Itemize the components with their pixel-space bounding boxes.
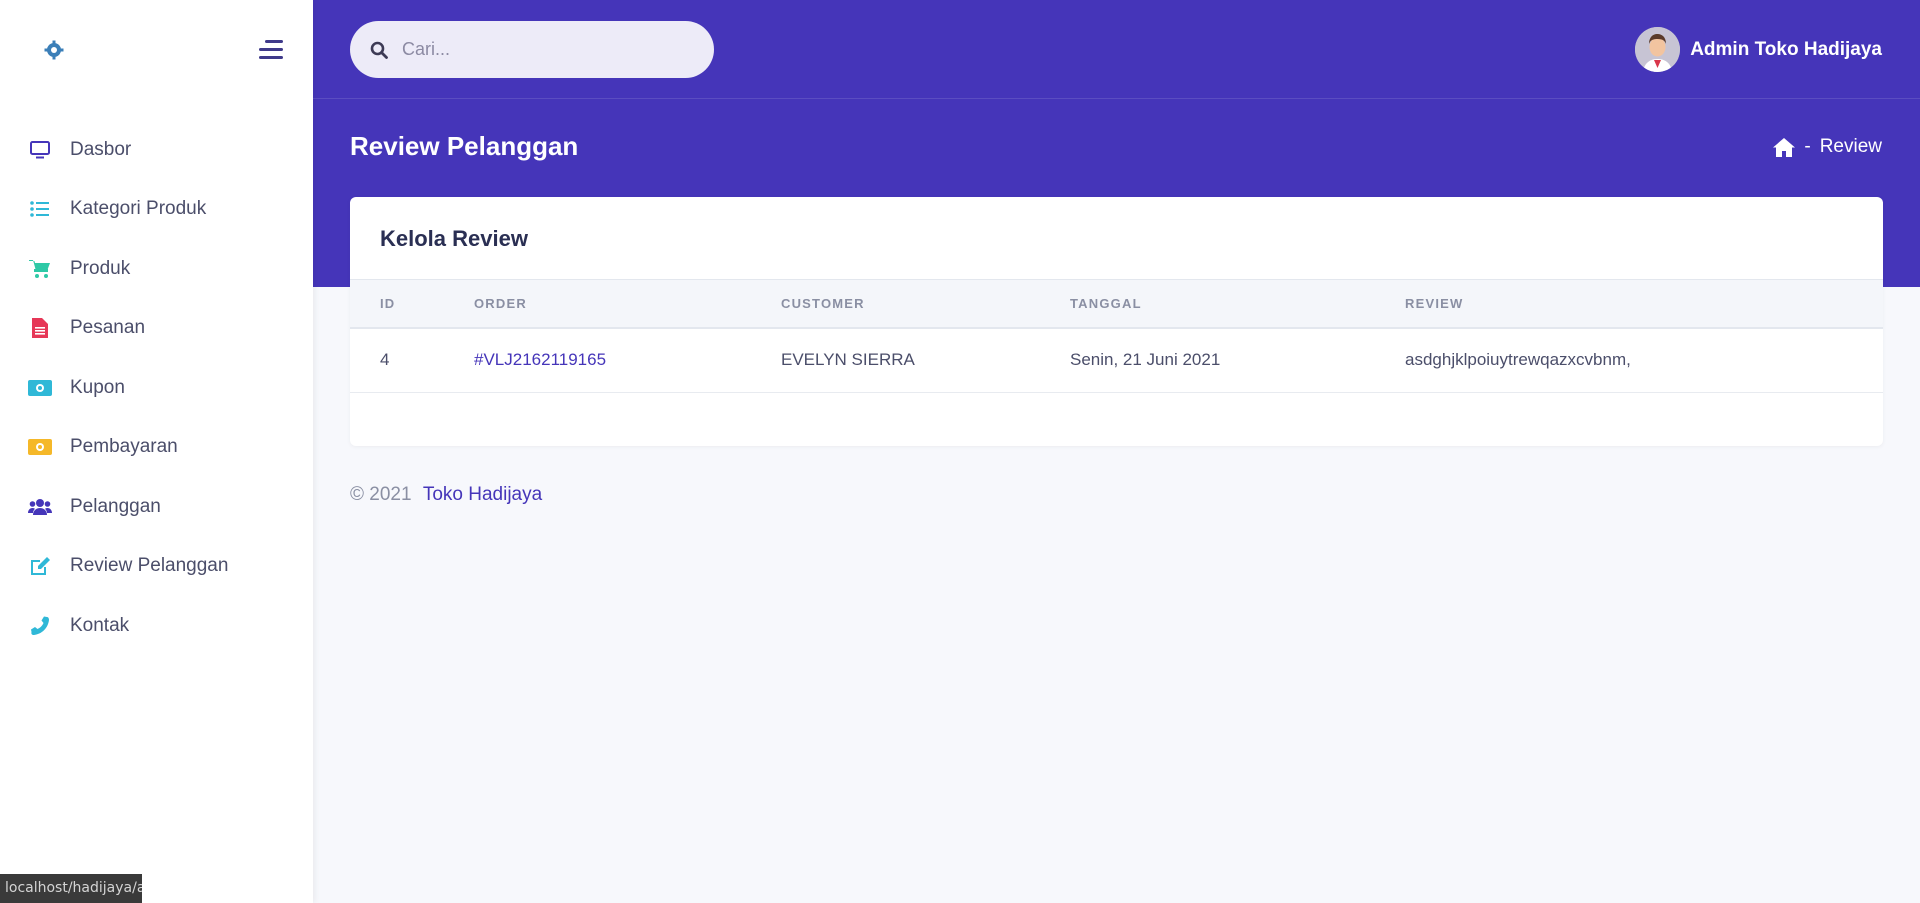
sidebar-item-kontak[interactable]: Kontak [0,596,313,656]
list-icon [28,198,52,220]
sidebar-item-label: Produk [70,257,131,279]
menu-toggle-icon[interactable] [257,40,283,60]
footer-brand-link[interactable]: Toko Hadijaya [423,484,542,505]
sidebar-item-dasbor[interactable]: Dasbor [0,120,313,180]
page-title: Review Pelanggan [350,131,579,161]
sidebar-item-kupon[interactable]: Kupon [0,358,313,418]
search-icon [370,41,388,59]
search-input[interactable] [402,39,682,60]
search-box[interactable] [350,21,714,78]
cell-review: asdghjklpoiuytrewqazxcvbnm, [1405,350,1631,370]
avatar[interactable] [1635,27,1681,72]
cell-tanggal: Senin, 21 Juni 2021 [1070,350,1221,370]
column-header-tanggal: TANGGAL [1070,295,1142,311]
sidebar-item-label: Kontak [70,614,130,636]
review-card: Kelola Review ID ORDER CUSTOMER TANGGAL … [350,197,1883,446]
breadcrumb-separator: - [1804,136,1811,157]
table-row: 4 #VLJ2162119165 EVELYN SIERRA Senin, 21… [350,328,1883,393]
sidebar-item-label: Pembayaran [70,436,178,458]
sidebar-item-label: Pelanggan [70,495,161,517]
sidebar-item-pesanan[interactable]: Pesanan [0,299,313,359]
table-header-row: ID ORDER CUSTOMER TANGGAL REVIEW [350,279,1883,328]
column-header-customer: CUSTOMER [781,295,865,311]
footer: © 2021 Toko Hadijaya [350,484,542,506]
footer-copyright: © 2021 [350,484,412,505]
gear-icon[interactable] [44,40,64,60]
breadcrumb: - Review [1773,136,1882,158]
column-header-order: ORDER [474,295,527,311]
user-menu[interactable]: Admin Toko Hadijaya [1635,27,1882,72]
sidebar-item-kategori-produk[interactable]: Kategori Produk [0,180,313,240]
sidebar-header [0,0,313,100]
money-icon [28,436,52,458]
card-title: Kelola Review [380,226,528,251]
home-icon[interactable] [1773,137,1796,157]
column-header-review: REVIEW [1405,295,1464,311]
browser-status-bar: localhost/hadijaya/a [0,874,142,903]
users-icon [28,496,52,518]
sidebar-item-produk[interactable]: Produk [0,239,313,299]
document-icon [28,317,52,339]
review-table: ID ORDER CUSTOMER TANGGAL REVIEW 4 #VLJ2… [350,279,1883,393]
breadcrumb-current: Review [1819,136,1882,157]
cell-customer: EVELYN SIERRA [781,350,915,370]
phone-icon [28,615,52,637]
sidebar-item-pembayaran[interactable]: Pembayaran [0,418,313,478]
cart-icon [28,258,52,280]
sidebar-item-label: Kupon [70,376,125,398]
order-link[interactable]: #VLJ2162119165 [474,328,781,393]
topbar: Admin Toko Hadijaya [313,0,1920,99]
sidebar-item-review-pelanggan[interactable]: Review Pelanggan [0,537,313,597]
sidebar-item-label: Pesanan [70,317,146,339]
money-icon [28,377,52,399]
sidebar-item-label: Review Pelanggan [70,555,229,577]
edit-icon [28,555,52,577]
monitor-icon [28,139,52,161]
sidebar-item-label: Kategori Produk [70,198,207,220]
sidebar: Dasbor Kategori Produk Produk Pesanan Ku… [0,0,313,903]
sidebar-nav: Dasbor Kategori Produk Produk Pesanan Ku… [0,120,313,656]
sidebar-item-pelanggan[interactable]: Pelanggan [0,477,313,537]
user-name: Admin Toko Hadijaya [1690,38,1882,60]
column-header-id: ID [380,295,396,311]
cell-id: 4 [380,350,390,370]
sidebar-item-label: Dasbor [70,138,132,160]
